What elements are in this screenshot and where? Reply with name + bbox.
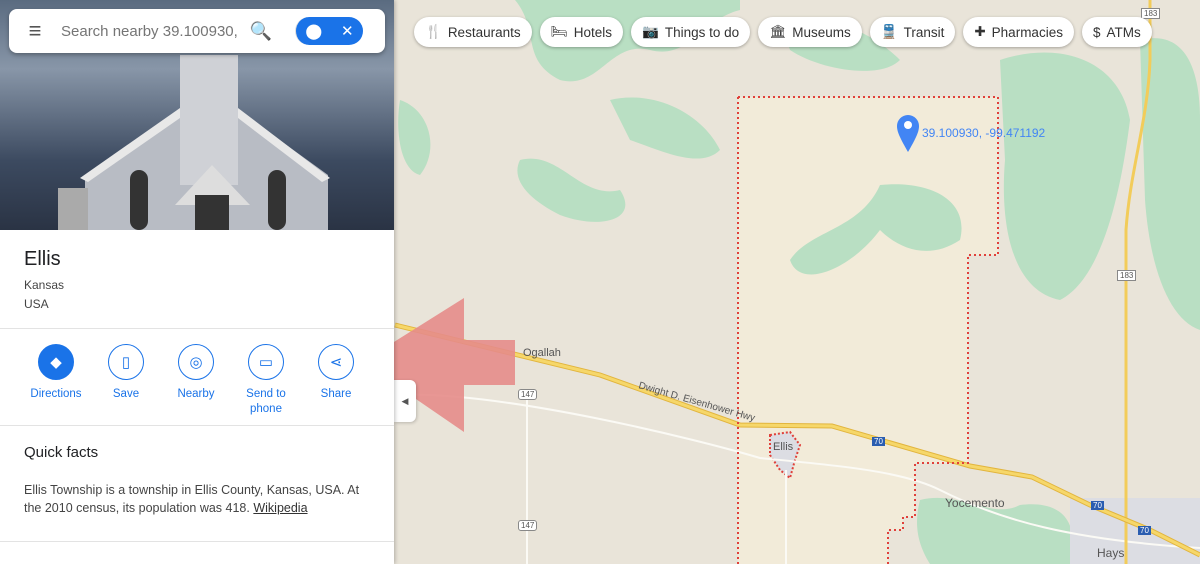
chip-transit[interactable]: 🚆 Transit xyxy=(869,17,956,47)
museum-icon: 🏛 xyxy=(769,24,787,39)
search-input[interactable] xyxy=(61,22,241,40)
place-panel: ≡ 🔍 ⬤✕ Ellis Kansas USA ◆Directions ▯Sav… xyxy=(0,0,394,564)
chip-pharmacies[interactable]: ✚ Pharmacies xyxy=(963,17,1074,47)
chip-restaurants[interactable]: 🍴 Restaurants xyxy=(414,17,532,47)
pin-icon: ⬤ xyxy=(305,23,323,40)
search-icon[interactable]: 🔍 xyxy=(241,21,281,42)
chip-label: ATMs xyxy=(1106,24,1141,40)
save-button[interactable]: ▯ Save xyxy=(91,344,161,402)
chip-label: Hotels xyxy=(573,24,613,40)
camera-icon: 📷 xyxy=(642,24,659,39)
atm-icon: $ xyxy=(1092,24,1101,40)
quick-facts-text: Ellis Township is a township in Ellis Co… xyxy=(24,481,374,517)
collapse-panel-button[interactable]: ◀ xyxy=(394,380,416,422)
divider xyxy=(0,425,394,426)
divider xyxy=(0,541,394,542)
search-box: ≡ 🔍 ⬤✕ xyxy=(9,9,385,53)
chip-things-to-do[interactable]: 📷 Things to do xyxy=(631,17,751,47)
route-shield: 183 xyxy=(1117,270,1137,281)
route-shield: 147 xyxy=(518,520,538,531)
location-filter-pill[interactable]: ⬤ ✕ xyxy=(295,17,363,45)
send-to-phone-icon: ▭ xyxy=(248,344,284,380)
restaurants-icon: 🍴 xyxy=(425,24,442,39)
chip-label: Restaurants xyxy=(447,24,521,40)
place-region: Kansas xyxy=(24,278,65,292)
menu-icon[interactable]: ≡ xyxy=(9,18,61,44)
route-shield: 70 xyxy=(872,437,885,446)
nearby-button[interactable]: ◎ Nearby xyxy=(161,344,231,402)
chip-atms[interactable]: $ ATMs xyxy=(1081,17,1152,47)
directions-icon: ◆ xyxy=(38,344,74,380)
action-label: Send to phone xyxy=(246,388,286,415)
close-icon[interactable]: ✕ xyxy=(341,22,354,40)
place-country: USA xyxy=(24,297,49,311)
hotels-icon: 🛏 xyxy=(550,24,568,39)
pin-coordinates: 39.100930, -99.471192 xyxy=(922,126,1046,140)
action-label: Directions xyxy=(30,388,82,400)
action-label: Share xyxy=(320,388,352,400)
divider xyxy=(0,328,394,329)
share-button[interactable]: ⋖ Share xyxy=(301,344,371,402)
pharmacy-icon: ✚ xyxy=(974,24,986,39)
share-icon: ⋖ xyxy=(318,344,354,380)
category-chips: 🍴 Restaurants 🛏 Hotels 📷 Things to do 🏛 Muse… xyxy=(414,17,1152,47)
place-title: Ellis xyxy=(24,248,61,270)
bookmark-icon: ▯ xyxy=(108,344,144,380)
wikipedia-link[interactable]: Wikipedia xyxy=(253,501,307,515)
chip-label: Museums xyxy=(792,24,851,40)
route-shield: 70 xyxy=(1091,501,1104,510)
chip-label: Things to do xyxy=(664,24,740,40)
quick-facts-heading: Quick facts xyxy=(24,444,99,461)
route-shield: 70 xyxy=(1138,526,1151,535)
action-label: Save xyxy=(112,388,140,400)
transit-icon: 🚆 xyxy=(880,24,898,39)
quick-facts-body: Ellis Township is a township in Ellis Co… xyxy=(24,483,360,515)
town-yocemento: Yocemento xyxy=(945,496,1005,510)
town-ogallah: Ogallah xyxy=(523,347,561,359)
town-hays: Hays xyxy=(1097,546,1125,560)
town-ellis: Ellis xyxy=(773,441,794,453)
chip-hotels[interactable]: 🛏 Hotels xyxy=(539,17,624,47)
chip-label: Transit xyxy=(903,24,945,40)
nearby-icon: ◎ xyxy=(178,344,214,380)
chip-museums[interactable]: 🏛 Museums xyxy=(758,17,862,47)
directions-button[interactable]: ◆ Directions xyxy=(21,344,91,402)
chip-label: Pharmacies xyxy=(991,24,1063,40)
send-to-phone-button[interactable]: ▭ Send to phone xyxy=(231,344,301,417)
action-label: Nearby xyxy=(177,388,215,400)
route-shield: 147 xyxy=(518,389,538,400)
